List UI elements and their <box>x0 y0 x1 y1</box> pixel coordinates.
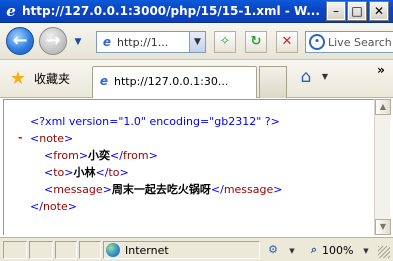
window-title: http://127.0.0.1:3000/php/15/15-1.xml - … <box>22 4 320 18</box>
live-search-icon: • <box>309 34 325 50</box>
scroll-down-button[interactable]: ▼ <box>375 219 391 235</box>
tab-active[interactable]: e http://127.0.0.1:30... <box>92 66 257 98</box>
tag-name: from <box>53 149 79 162</box>
zoom-dropdown-icon[interactable]: ▼ <box>361 245 371 257</box>
status-cell <box>79 241 101 259</box>
resize-grip[interactable] <box>378 246 390 258</box>
address-bar[interactable]: e http://1... ▼ <box>96 31 206 53</box>
bracket: > <box>64 132 74 145</box>
tag-name: note <box>39 132 65 145</box>
tag-name: from <box>122 149 149 162</box>
bracket: < <box>30 132 40 145</box>
status-cell <box>29 241 53 259</box>
bracket: < <box>44 166 54 179</box>
home-dropdown-icon[interactable]: ▼ <box>320 70 330 84</box>
xml-root-open: <note> <box>30 131 73 146</box>
bracket: < <box>44 183 54 196</box>
maximize-button[interactable]: □ <box>347 1 367 21</box>
bracket: > <box>78 149 89 162</box>
page-icon: e <box>102 35 112 49</box>
status-cell <box>55 241 77 259</box>
protected-mode-dropdown-icon[interactable]: ▼ <box>287 245 297 257</box>
compatibility-view-button[interactable]: ✧ <box>214 31 236 53</box>
protected-mode-icon[interactable]: ⚙ <box>266 243 280 257</box>
bracket: < <box>44 149 54 162</box>
back-button[interactable]: ← <box>6 27 34 55</box>
favorites-button[interactable]: 收藏夹 <box>34 71 79 87</box>
internet-zone-icon <box>106 243 120 257</box>
tag-name: to <box>53 166 65 179</box>
xml-element-from: <from>小奕</from> <box>44 148 158 163</box>
bracket: > <box>102 183 112 196</box>
more-tools-icon[interactable]: » <box>374 63 388 77</box>
refresh-button[interactable]: ↻ <box>245 31 267 53</box>
bracket: </ <box>30 200 43 213</box>
navigation-bar: ← → ▼ e http://1... ▼ ✧ ↻ ✕ • Live Searc… <box>0 23 393 60</box>
favorites-bar: ★ 收藏夹 e http://127.0.0.1:30... ⌂ ▼ » <box>0 60 393 98</box>
tag-name: note <box>42 200 68 213</box>
status-cell <box>3 241 27 259</box>
bracket: > <box>148 149 158 162</box>
stop-button[interactable]: ✕ <box>276 31 298 53</box>
xml-document-view: <?xml version="1.0" encoding="gb2312" ?>… <box>3 99 374 235</box>
search-box[interactable]: • Live Search <box>305 31 393 53</box>
bracket: > <box>119 166 129 179</box>
forward-button[interactable]: → <box>39 27 67 55</box>
scroll-up-button[interactable]: ▲ <box>375 99 391 115</box>
element-value: 周末一起去吃火锅呀 <box>111 183 211 196</box>
zoom-icon[interactable]: ⌕ <box>307 243 321 257</box>
xml-element-message: <message>周末一起去吃火锅呀</message> <box>44 182 282 197</box>
recent-pages-dropdown[interactable]: ▼ <box>72 37 84 47</box>
zoom-level[interactable]: 100% <box>322 243 356 258</box>
element-value: 小奕 <box>88 149 111 162</box>
tag-name: message <box>53 183 103 196</box>
favorites-star-icon[interactable]: ★ <box>8 69 28 89</box>
status-bar: Internet ⚙ ▼ ⌕ 100% ▼ <box>0 237 393 261</box>
xml-element-to: <to>小林</to> <box>44 165 129 180</box>
xml-declaration: <?xml version="1.0" encoding="gb2312" ?> <box>30 115 280 128</box>
bracket: </ <box>210 183 224 196</box>
search-input[interactable]: Live Search <box>328 35 393 50</box>
bracket: > <box>273 183 283 196</box>
new-tab-button[interactable] <box>259 66 287 98</box>
minimize-button[interactable]: – <box>326 1 346 21</box>
element-value: 小林 <box>73 166 96 179</box>
bracket: > <box>67 200 77 213</box>
bracket: </ <box>110 149 123 162</box>
tab-label: http://127.0.0.1:30... <box>114 75 229 88</box>
address-dropdown-button[interactable]: ▼ <box>189 32 205 52</box>
ie-icon: e <box>6 2 16 20</box>
collapse-toggle[interactable]: - <box>18 131 23 144</box>
tag-name: to <box>108 166 120 179</box>
address-input[interactable]: http://1... <box>117 35 189 50</box>
title-bar: e http://127.0.0.1:3000/php/15/15-1.xml … <box>0 0 393 23</box>
security-zone-label: Internet <box>125 244 169 257</box>
xml-root-close: </note> <box>30 199 77 214</box>
bracket: </ <box>95 166 109 179</box>
close-button[interactable]: ✕ <box>369 1 389 21</box>
tag-name: message <box>223 183 274 196</box>
vertical-scrollbar[interactable]: ▲ ▼ <box>374 99 391 235</box>
home-icon[interactable]: ⌂ <box>296 66 316 88</box>
tab-page-icon: e <box>99 74 109 88</box>
